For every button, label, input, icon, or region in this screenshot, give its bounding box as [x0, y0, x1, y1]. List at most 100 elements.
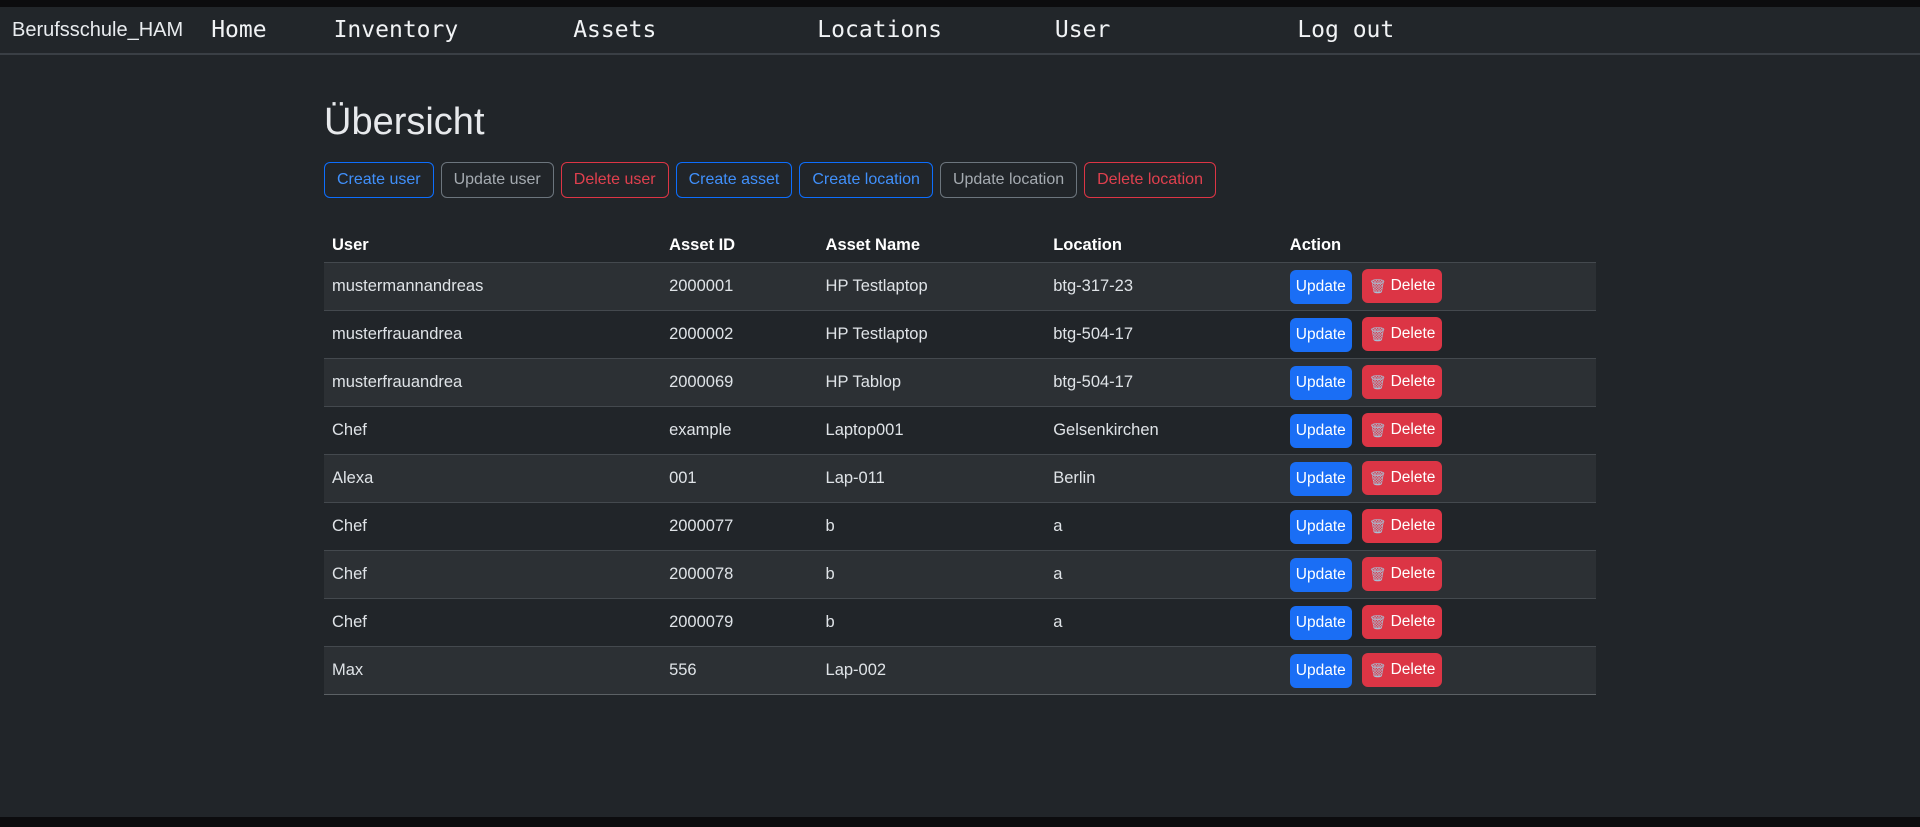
- table-row: musterfrauandrea2000069HP Tablopbtg-504-…: [324, 359, 1596, 407]
- delete-label: Delete: [1391, 324, 1436, 344]
- cell-asset-id: 2000002: [661, 311, 817, 359]
- trash-icon: 🗑: [1369, 516, 1387, 536]
- delete-button[interactable]: 🗑Delete: [1362, 557, 1443, 591]
- delete-location-button[interactable]: Delete location: [1084, 162, 1216, 198]
- update-user-button[interactable]: Update user: [441, 162, 554, 198]
- create-asset-button[interactable]: Create asset: [676, 162, 793, 198]
- cell-location: Gelsenkirchen: [1045, 407, 1282, 455]
- table-body: mustermannandreas2000001HP Testlaptopbtg…: [324, 263, 1596, 695]
- update-button[interactable]: Update: [1290, 654, 1352, 688]
- assets-table: UserAsset IDAsset NameLocationAction mus…: [324, 229, 1596, 695]
- cell-asset-name: Laptop001: [818, 407, 1046, 455]
- delete-button[interactable]: 🗑Delete: [1362, 317, 1443, 351]
- trash-icon: 🗑: [1369, 660, 1387, 680]
- navbar-brand[interactable]: Berufsschule_HAM: [12, 19, 183, 42]
- create-location-button[interactable]: Create location: [799, 162, 933, 198]
- cell-location: btg-504-17: [1045, 311, 1282, 359]
- column-header-user: User: [324, 229, 661, 263]
- table-row: mustermannandreas2000001HP Testlaptopbtg…: [324, 263, 1596, 311]
- nav-item-log-out[interactable]: Log out: [1297, 17, 1394, 43]
- update-button[interactable]: Update: [1290, 606, 1352, 640]
- cell-location: btg-504-17: [1045, 359, 1282, 407]
- cell-location: btg-317-23: [1045, 263, 1282, 311]
- delete-button[interactable]: 🗑Delete: [1362, 605, 1443, 639]
- delete-button[interactable]: 🗑Delete: [1362, 365, 1443, 399]
- cell-location: a: [1045, 503, 1282, 551]
- update-button[interactable]: Update: [1290, 510, 1352, 544]
- cell-asset-id: 2000079: [661, 599, 817, 647]
- content-container: Übersicht Create userUpdate userDelete u…: [300, 101, 1620, 695]
- main-content: Übersicht Create userUpdate userDelete u…: [0, 101, 1920, 695]
- cell-actions: Update 🗑Delete: [1282, 503, 1596, 551]
- create-user-button[interactable]: Create user: [324, 162, 434, 198]
- cell-user: Chef: [324, 407, 661, 455]
- cell-actions: Update 🗑Delete: [1282, 407, 1596, 455]
- cell-asset-id: 001: [661, 455, 817, 503]
- trash-icon: 🗑: [1369, 612, 1387, 632]
- trash-icon: 🗑: [1369, 276, 1387, 296]
- table-row: Chef2000077baUpdate🗑Delete: [324, 503, 1596, 551]
- trash-icon: 🗑: [1369, 420, 1387, 440]
- cell-user: Chef: [324, 551, 661, 599]
- cell-asset-id: example: [661, 407, 817, 455]
- column-header-asset-name: Asset Name: [818, 229, 1046, 263]
- cell-user: Max: [324, 647, 661, 695]
- toolbar: Create userUpdate userDelete userCreate …: [324, 162, 1596, 198]
- cell-asset-name: b: [818, 599, 1046, 647]
- cell-asset-name: Lap-002: [818, 647, 1046, 695]
- cell-actions: Update 🗑Delete: [1282, 311, 1596, 359]
- page-title: Übersicht: [324, 101, 1596, 144]
- top-strip: [0, 0, 1920, 7]
- delete-button[interactable]: 🗑Delete: [1362, 461, 1443, 495]
- update-button[interactable]: Update: [1290, 270, 1352, 304]
- nav-item-locations[interactable]: Locations: [817, 17, 942, 43]
- update-button[interactable]: Update: [1290, 414, 1352, 448]
- delete-button[interactable]: 🗑Delete: [1362, 269, 1443, 303]
- cell-user: Chef: [324, 503, 661, 551]
- cell-asset-id: 2000001: [661, 263, 817, 311]
- nav-item-inventory[interactable]: Inventory: [334, 17, 459, 43]
- cell-asset-name: b: [818, 551, 1046, 599]
- delete-label: Delete: [1391, 372, 1436, 392]
- table-row: Alexa001Lap-011BerlinUpdate 🗑Delete: [324, 455, 1596, 503]
- nav-item-assets[interactable]: Assets: [573, 17, 656, 43]
- cell-actions: Update 🗑Delete: [1282, 263, 1596, 311]
- column-header-location: Location: [1045, 229, 1282, 263]
- table-header-row: UserAsset IDAsset NameLocationAction: [324, 229, 1596, 263]
- trash-icon: 🗑: [1369, 564, 1387, 584]
- delete-label: Delete: [1391, 660, 1436, 680]
- cell-location: Berlin: [1045, 455, 1282, 503]
- column-header-action: Action: [1282, 229, 1596, 263]
- cell-user: musterfrauandrea: [324, 311, 661, 359]
- cell-actions: Update 🗑Delete: [1282, 455, 1596, 503]
- trash-icon: 🗑: [1369, 324, 1387, 344]
- delete-button[interactable]: 🗑Delete: [1362, 413, 1443, 447]
- cell-asset-name: Lap-011: [818, 455, 1046, 503]
- update-location-button[interactable]: Update location: [940, 162, 1077, 198]
- table-row: musterfrauandrea2000002HP Testlaptopbtg-…: [324, 311, 1596, 359]
- column-header-asset-id: Asset ID: [661, 229, 817, 263]
- cell-asset-name: HP Testlaptop: [818, 311, 1046, 359]
- table-row: Chef2000079baUpdate🗑Delete: [324, 599, 1596, 647]
- delete-user-button[interactable]: Delete user: [561, 162, 669, 198]
- trash-icon: 🗑: [1369, 372, 1387, 392]
- nav-item-home[interactable]: Home: [211, 17, 266, 43]
- delete-label: Delete: [1391, 612, 1436, 632]
- update-button[interactable]: Update: [1290, 318, 1352, 352]
- cell-asset-id: 2000069: [661, 359, 817, 407]
- delete-button[interactable]: 🗑Delete: [1362, 509, 1443, 543]
- nav-item-user[interactable]: User: [1055, 17, 1110, 43]
- cell-asset-name: b: [818, 503, 1046, 551]
- navbar: Berufsschule_HAM Home Inventory Assets Loca…: [0, 7, 1920, 55]
- delete-label: Delete: [1391, 564, 1436, 584]
- cell-asset-id: 2000078: [661, 551, 817, 599]
- update-button[interactable]: Update: [1290, 462, 1352, 496]
- update-button[interactable]: Update: [1290, 558, 1352, 592]
- delete-button[interactable]: 🗑Delete: [1362, 653, 1443, 687]
- update-button[interactable]: Update: [1290, 366, 1352, 400]
- cell-user: musterfrauandrea: [324, 359, 661, 407]
- delete-label: Delete: [1391, 516, 1436, 536]
- cell-user: Alexa: [324, 455, 661, 503]
- trash-icon: 🗑: [1369, 468, 1387, 488]
- cell-asset-name: HP Testlaptop: [818, 263, 1046, 311]
